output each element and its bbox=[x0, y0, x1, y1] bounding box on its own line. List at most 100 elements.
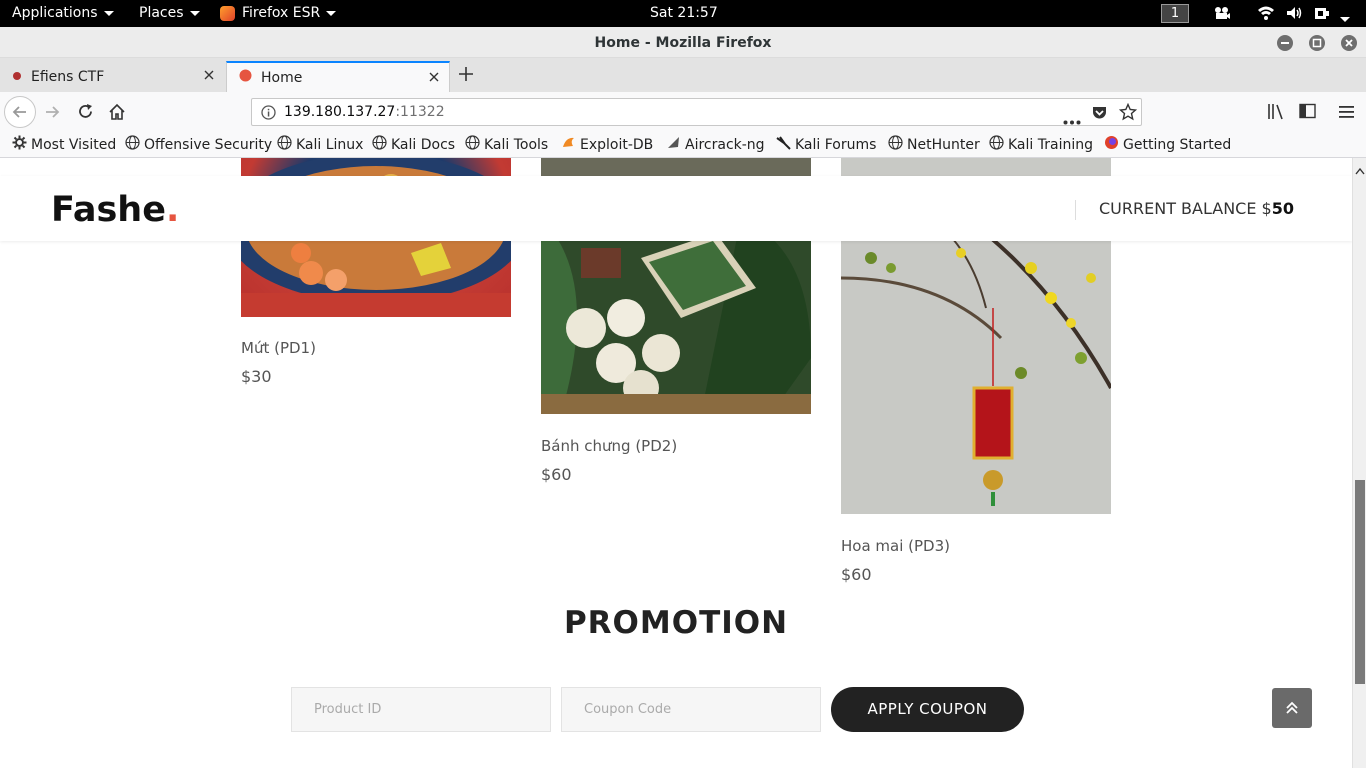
logo-text: Fashe bbox=[51, 190, 166, 230]
pocket-icon[interactable] bbox=[1091, 104, 1108, 125]
bookmark-kali-docs[interactable]: Kali Docs bbox=[372, 135, 455, 154]
url-port: :11322 bbox=[395, 104, 445, 120]
bookmark-kali-tools[interactable]: Kali Tools bbox=[465, 135, 548, 154]
close-icon[interactable] bbox=[1341, 35, 1357, 51]
globe-icon bbox=[888, 135, 903, 154]
header-divider bbox=[1075, 200, 1076, 220]
bookmark-label: Kali Forums bbox=[795, 136, 877, 153]
product-name[interactable]: Bánh chưng (PD2) bbox=[541, 437, 677, 455]
site-logo[interactable]: Fashe. bbox=[51, 190, 179, 230]
home-button[interactable] bbox=[108, 103, 126, 125]
product-price: $30 bbox=[241, 367, 272, 386]
bookmark-kali-forums[interactable]: Kali Forums bbox=[776, 135, 876, 154]
tab-label: Efiens CTF bbox=[31, 68, 105, 85]
bookmark-label: Kali Linux bbox=[296, 136, 364, 153]
sidebar-toggle-icon[interactable] bbox=[1299, 103, 1316, 123]
bookmark-getting-started[interactable]: Getting Started bbox=[1104, 135, 1231, 154]
globe-icon bbox=[372, 135, 387, 154]
battery-icon[interactable] bbox=[1313, 4, 1331, 26]
bookmark-most-visited[interactable]: Most Visited bbox=[12, 135, 116, 154]
places-label: Places bbox=[139, 5, 184, 21]
current-balance: CURRENT BALANCE $50 bbox=[1099, 199, 1294, 218]
tab-label: Home bbox=[261, 69, 303, 86]
bookmark-label: Kali Training bbox=[1008, 136, 1093, 153]
bookmarks-toolbar: Most Visited Offensive Security Kali Lin… bbox=[0, 132, 1366, 158]
bookmark-kali-training[interactable]: Kali Training bbox=[989, 135, 1093, 154]
scrollbar-thumb[interactable] bbox=[1355, 480, 1365, 684]
bookmark-nethunter[interactable]: NetHunter bbox=[888, 135, 980, 154]
places-menu[interactable]: Places bbox=[139, 5, 200, 21]
balance-value: 50 bbox=[1271, 199, 1294, 218]
bookmark-exploit-db[interactable]: Exploit-DB bbox=[561, 135, 653, 154]
bookmark-aircrack-ng[interactable]: Aircrack-ng bbox=[666, 135, 765, 154]
coupon-code-input[interactable] bbox=[561, 687, 821, 732]
globe-icon bbox=[125, 135, 140, 154]
navigation-toolbar: 139.180.137.27:11322 bbox=[0, 92, 1366, 132]
new-tab-icon[interactable] bbox=[456, 64, 476, 88]
firefox-app-menu[interactable]: Firefox ESR bbox=[220, 5, 337, 21]
workspace-indicator[interactable]: 1 bbox=[1161, 4, 1189, 23]
reload-icon bbox=[79, 104, 92, 118]
wifi-icon[interactable] bbox=[1257, 4, 1275, 26]
gear-icon bbox=[12, 135, 27, 154]
bookmark-kali-linux[interactable]: Kali Linux bbox=[277, 135, 363, 154]
tab-home[interactable]: Home bbox=[226, 61, 450, 92]
chevron-down-icon bbox=[326, 10, 337, 16]
info-icon[interactable] bbox=[261, 105, 276, 124]
tab-strip: Efiens CTF Home bbox=[0, 58, 1366, 92]
chevron-down-icon bbox=[189, 10, 200, 16]
top-panel: Applications Places Firefox ESR Sat 21:5… bbox=[0, 0, 1366, 27]
bookmark-label: NetHunter bbox=[907, 136, 980, 153]
url-text[interactable]: 139.180.137.27:11322 bbox=[284, 104, 445, 120]
arrow-right-icon bbox=[46, 106, 60, 118]
bookmark-label: Kali Docs bbox=[391, 136, 456, 153]
window-titlebar: Home - Mozilla Firefox bbox=[0, 27, 1366, 58]
hamburger-menu-icon[interactable] bbox=[1339, 104, 1355, 123]
applications-menu[interactable]: Applications bbox=[12, 5, 114, 21]
efiens-favicon-icon bbox=[12, 69, 22, 85]
library-icon[interactable] bbox=[1267, 103, 1285, 124]
video-camera-icon[interactable] bbox=[1213, 4, 1231, 26]
url-bar[interactable]: 139.180.137.27:11322 bbox=[251, 98, 1142, 126]
home-favicon-icon bbox=[239, 69, 252, 86]
window-title: Home - Mozilla Firefox bbox=[594, 35, 772, 51]
exploitdb-icon bbox=[561, 135, 576, 154]
tab-efiens-ctf[interactable]: Efiens CTF bbox=[0, 61, 224, 92]
back-to-top-button[interactable] bbox=[1272, 688, 1312, 728]
page-actions-icon[interactable] bbox=[1063, 110, 1081, 129]
product-id-input[interactable] bbox=[291, 687, 551, 732]
forward-button[interactable] bbox=[44, 104, 60, 124]
chevron-down-icon bbox=[103, 10, 114, 16]
clock[interactable]: Sat 21:57 bbox=[650, 5, 718, 21]
url-host: 139.180.137.27 bbox=[284, 104, 396, 120]
volume-icon[interactable] bbox=[1285, 4, 1303, 26]
logo-dot: . bbox=[165, 190, 180, 230]
page-scrollbar[interactable] bbox=[1352, 158, 1366, 768]
close-tab-icon[interactable] bbox=[427, 70, 441, 88]
product-name[interactable]: Hoa mai (PD3) bbox=[841, 537, 950, 555]
firefox-app-label: Firefox ESR bbox=[242, 5, 321, 21]
firefox-icon bbox=[220, 5, 235, 21]
product-name[interactable]: Mứt (PD1) bbox=[241, 339, 316, 357]
globe-icon bbox=[277, 135, 292, 154]
bookmark-label: Aircrack-ng bbox=[685, 136, 765, 153]
scroll-up-arrow-icon[interactable] bbox=[1355, 160, 1365, 179]
applications-label: Applications bbox=[12, 5, 98, 21]
globe-icon bbox=[465, 135, 480, 154]
site-header: Fashe. CURRENT BALANCE $50 bbox=[0, 176, 1352, 241]
system-menu-chevron-icon[interactable] bbox=[1340, 10, 1350, 26]
bookmark-offensive-security[interactable]: Offensive Security bbox=[125, 135, 272, 154]
bookmark-label: Kali Tools bbox=[484, 136, 549, 153]
minimize-icon[interactable] bbox=[1277, 35, 1293, 51]
bookmark-star-icon[interactable] bbox=[1118, 102, 1138, 125]
arrow-left-icon bbox=[12, 106, 26, 118]
firefox-icon bbox=[1104, 135, 1119, 154]
globe-icon bbox=[989, 135, 1004, 154]
bookmark-label: Exploit-DB bbox=[580, 136, 654, 153]
apply-coupon-button[interactable]: APPLY COUPON bbox=[831, 687, 1024, 732]
maximize-icon[interactable] bbox=[1309, 35, 1325, 51]
close-tab-icon[interactable] bbox=[202, 68, 216, 86]
back-button[interactable] bbox=[4, 96, 36, 128]
reload-button[interactable] bbox=[77, 103, 94, 124]
kali-dragon-icon bbox=[776, 135, 791, 154]
